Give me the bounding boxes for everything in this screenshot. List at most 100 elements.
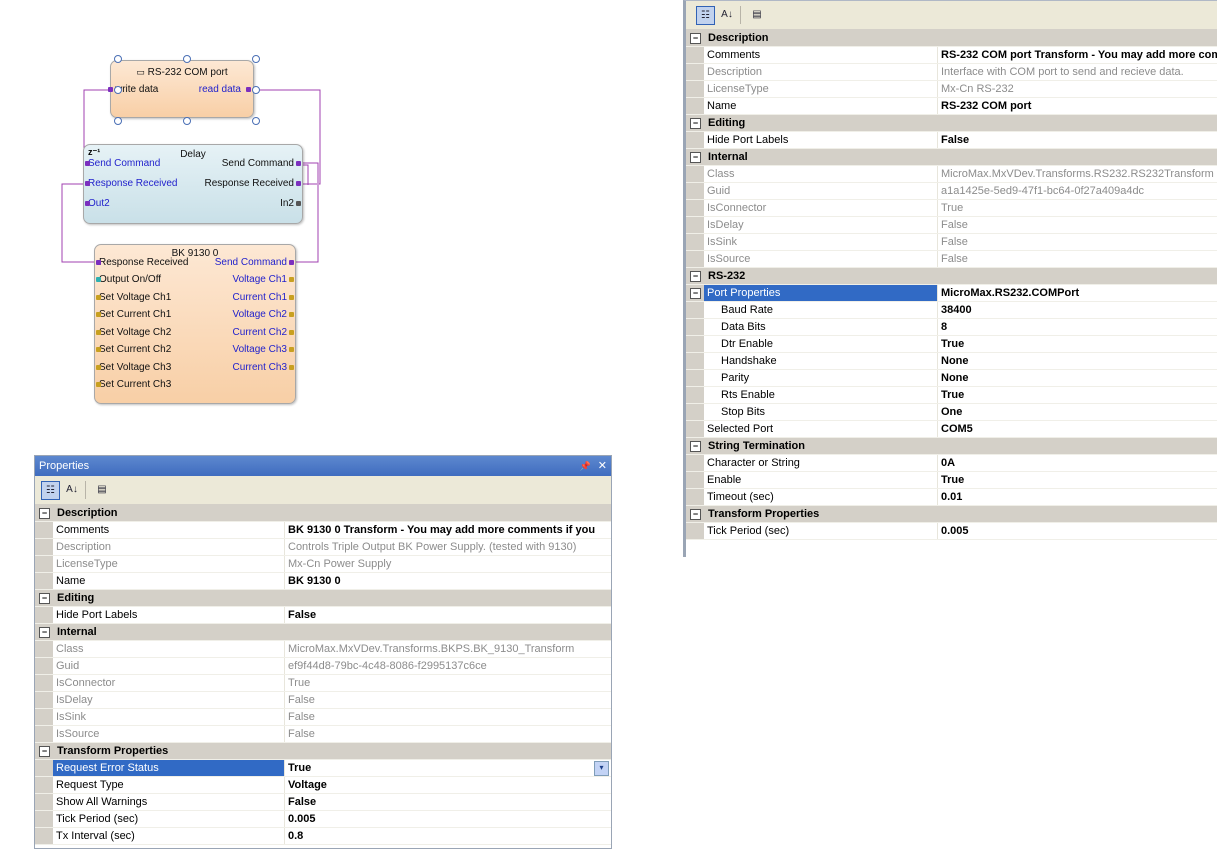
categorized-icon[interactable]: ☷	[41, 481, 60, 500]
close-icon[interactable]: ✕	[598, 460, 607, 472]
property-value[interactable]: BK 9130 0	[285, 573, 611, 589]
property-row-licensetype[interactable]: LicenseType Mx-Cn RS-232	[686, 81, 1217, 98]
property-value[interactable]: True	[938, 387, 1217, 403]
property-row-hide-port-labels[interactable]: Hide Port Labels False	[686, 132, 1217, 149]
category-editing[interactable]: − Editing	[686, 115, 1217, 132]
property-value[interactable]: One	[938, 404, 1217, 420]
property-value[interactable]: MicroMax.RS232.COMPort	[938, 285, 1217, 301]
pin[interactable]	[289, 330, 294, 335]
property-name[interactable]: Name	[704, 98, 938, 114]
property-row-request-type[interactable]: Request Type Voltage	[35, 777, 611, 794]
bk-out-voltage-ch2[interactable]: Voltage Ch2	[233, 309, 288, 321]
rs232-property-grid[interactable]: ☷ A↓ ▤ − Description Comments RS-232 COM po…	[683, 0, 1217, 557]
property-value[interactable]: False	[938, 251, 1217, 267]
property-row-issource[interactable]: IsSource False	[686, 251, 1217, 268]
delay-in-out2[interactable]: Out2	[88, 198, 110, 210]
pin[interactable]	[96, 277, 101, 282]
property-row-class[interactable]: Class MicroMax.MxVDev.Transforms.BKPS.BK_…	[35, 641, 611, 658]
property-value[interactable]: None	[938, 353, 1217, 369]
property-row-guid[interactable]: Guid ef9f44d8-79bc-4c48-8086-f2995137c6ce	[35, 658, 611, 675]
property-value[interactable]: 0.005	[938, 523, 1217, 539]
property-value[interactable]: 0A	[938, 455, 1217, 471]
property-row-parity[interactable]: Parity None	[686, 370, 1217, 387]
property-name[interactable]: Request Error Status	[53, 760, 285, 776]
property-name[interactable]: LicenseType	[53, 556, 285, 572]
property-row-isconnector[interactable]: IsConnector True	[35, 675, 611, 692]
property-value[interactable]: False	[938, 132, 1217, 148]
property-row-issink[interactable]: IsSink False	[35, 709, 611, 726]
property-row-port-properties[interactable]: − Port Properties MicroMax.RS232.COMPort	[686, 285, 1217, 302]
property-row-issink[interactable]: IsSink False	[686, 234, 1217, 251]
property-value[interactable]: Interface with COM port to send and reci…	[938, 64, 1217, 80]
property-value[interactable]: False	[285, 709, 611, 725]
collapse-icon[interactable]: −	[39, 593, 50, 604]
collapse-icon[interactable]: −	[690, 509, 701, 520]
property-name[interactable]: Parity	[704, 370, 938, 386]
bk9130-property-grid[interactable]: Properties 📌 ✕ ☷ A↓ ▤ − Description Commen…	[34, 455, 612, 849]
alphabetical-icon[interactable]: A↓	[718, 6, 736, 24]
collapse-icon[interactable]: −	[690, 152, 701, 163]
pin[interactable]	[289, 347, 294, 352]
pin[interactable]	[96, 312, 101, 317]
resize-handle[interactable]	[252, 86, 260, 94]
collapse-icon[interactable]: −	[690, 33, 701, 44]
category-internal[interactable]: − Internal	[35, 624, 611, 641]
property-value[interactable]: 38400	[938, 302, 1217, 318]
categorized-icon[interactable]: ☷	[696, 6, 715, 25]
property-row-baud-rate[interactable]: Baud Rate 38400	[686, 302, 1217, 319]
property-name[interactable]: Tx Interval (sec)	[53, 828, 285, 844]
property-value[interactable]: True	[285, 675, 611, 691]
property-name[interactable]: Timeout (sec)	[704, 489, 938, 505]
property-value[interactable]: False	[285, 692, 611, 708]
rs232-block[interactable]: ▭ RS-232 COM port write data read data	[108, 60, 254, 118]
bk-out-voltage-ch1[interactable]: Voltage Ch1	[233, 274, 288, 286]
category-transform-properties[interactable]: − Transform Properties	[35, 743, 611, 760]
property-name[interactable]: Selected Port	[704, 421, 938, 437]
property-row-handshake[interactable]: Handshake None	[686, 353, 1217, 370]
property-row-description[interactable]: Description Interface with COM port to se…	[686, 64, 1217, 81]
collapse-icon[interactable]: −	[690, 271, 701, 282]
resize-handle[interactable]	[114, 55, 122, 63]
pin[interactable]	[85, 161, 90, 166]
collapse-icon[interactable]: −	[690, 441, 701, 452]
property-value[interactable]: False	[285, 607, 611, 623]
delay-block[interactable]: z⁻¹ Delay Send Command Response Received…	[83, 144, 303, 224]
property-name[interactable]: Rts Enable	[704, 387, 938, 403]
property-row-timeout-sec[interactable]: Timeout (sec) 0.01	[686, 489, 1217, 506]
category-rs-232[interactable]: − RS-232	[686, 268, 1217, 285]
delay-out-response-received[interactable]: Response Received	[205, 178, 295, 190]
property-name[interactable]: Comments	[704, 47, 938, 63]
property-value[interactable]: MicroMax.MxVDev.Transforms.BKPS.BK_9130_…	[285, 641, 611, 657]
property-value[interactable]: True	[285, 760, 611, 776]
collapse-icon[interactable]: −	[690, 118, 701, 129]
category-internal[interactable]: − Internal	[686, 149, 1217, 166]
property-value[interactable]: Mx-Cn RS-232	[938, 81, 1217, 97]
property-name[interactable]: Hide Port Labels	[53, 607, 285, 623]
pin[interactable]	[289, 295, 294, 300]
bk-in-set-voltage-ch3[interactable]: Set Voltage Ch3	[99, 362, 171, 374]
property-row-isdelay[interactable]: IsDelay False	[35, 692, 611, 709]
property-row-show-all-warnings[interactable]: Show All Warnings False	[35, 794, 611, 811]
property-row-name[interactable]: Name RS-232 COM port	[686, 98, 1217, 115]
property-value[interactable]: MicroMax.MxVDev.Transforms.RS232.RS232Tr…	[938, 166, 1217, 182]
property-name[interactable]: Name	[53, 573, 285, 589]
property-row-rts-enable[interactable]: Rts Enable True	[686, 387, 1217, 404]
property-name[interactable]: IsSink	[53, 709, 285, 725]
property-row-name[interactable]: Name BK 9130 0	[35, 573, 611, 590]
property-row-character-or-string[interactable]: Character or String 0A	[686, 455, 1217, 472]
delay-out-send-command[interactable]: Send Command	[222, 158, 294, 170]
dropdown-arrow-icon[interactable]: ▾	[594, 761, 609, 776]
property-value[interactable]: Voltage	[285, 777, 611, 793]
property-name[interactable]: Request Type	[53, 777, 285, 793]
bk-in-set-current-ch2[interactable]: Set Current Ch2	[99, 344, 171, 356]
pin-icon[interactable]: 📌	[580, 461, 591, 471]
property-value[interactable]: None	[938, 370, 1217, 386]
resize-handle[interactable]	[183, 55, 191, 63]
pin[interactable]	[289, 260, 294, 265]
pin[interactable]	[289, 277, 294, 282]
property-row-hide-port-labels[interactable]: Hide Port Labels False	[35, 607, 611, 624]
property-row-description[interactable]: Description Controls Triple Output BK Pow…	[35, 539, 611, 556]
property-value[interactable]: 0.005	[285, 811, 611, 827]
bk-in-output-onoff[interactable]: Output On/Off	[99, 274, 161, 286]
bk-in-set-voltage-ch2[interactable]: Set Voltage Ch2	[99, 327, 171, 339]
